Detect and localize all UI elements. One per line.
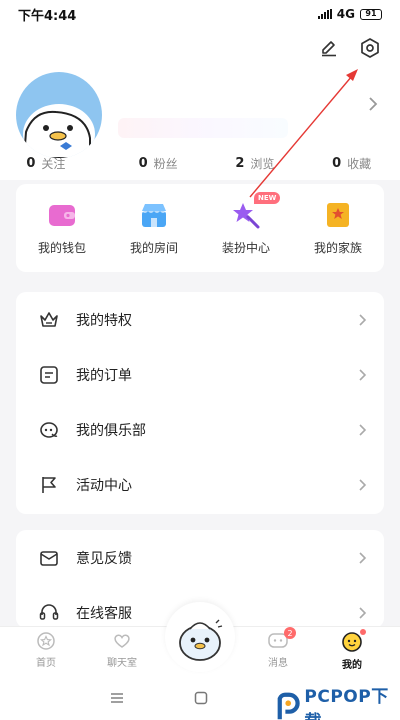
tab-label: 首页 [36,658,56,669]
flag-icon [42,476,56,493]
status-indicators: 4G 91 [317,7,382,21]
store-icon [142,204,166,227]
feature-label: 我的房间 [129,241,178,255]
watermark-logo-icon [277,692,300,720]
menu-item-club[interactable]: 我的俱乐部 [16,402,384,457]
notification-dot [360,629,366,635]
chevron-right-icon [359,551,367,564]
menu-item-label: 我的订单 [76,367,132,384]
home-square-icon[interactable] [194,691,208,705]
menu-group-main: 我的特权 我的订单 我的俱乐部 活动中心 [16,292,384,514]
chevron-right-icon [359,423,367,436]
menu-item-feedback[interactable]: 意见反馈 [16,530,384,585]
stat-label: 浏览 [250,156,275,171]
mascot-icon [179,619,223,661]
menu-item-label: 意见反馈 [76,550,132,567]
network-type: 4G [336,7,355,21]
feature-family[interactable]: 我的家族 [298,200,378,256]
signal-icon [317,9,332,19]
status-time: 下午4:44 [18,8,77,24]
chevron-right-icon[interactable] [368,96,378,116]
menu-item-activity[interactable]: 活动中心 [16,457,384,512]
me-face-icon [342,632,362,652]
stat-views[interactable]: 2 浏览 [207,148,304,178]
tab-label: 我的 [342,660,362,671]
feature-wallet[interactable]: 我的钱包 [22,200,102,256]
stat-label: 粉丝 [153,156,178,171]
status-bar: 下午4:44 4G 91 [0,0,400,28]
watermark-text: PCPOP下载 [304,687,389,720]
settings-icon[interactable] [359,37,381,63]
feedback-icon [40,550,58,566]
unread-badge: 2 [284,627,296,639]
feature-label: 装扮中心 [221,241,270,255]
tab-messages[interactable]: 2 消息 [248,627,308,669]
menu-item-label: 我的俱乐部 [76,422,146,439]
chevron-right-icon [359,313,367,326]
battery-icon: 91 [360,8,382,20]
stat-value: 0 [26,155,36,171]
menu-icon[interactable] [110,692,124,704]
feature-dressup[interactable]: NEW 装扮中心 [206,192,286,256]
stat-favorites[interactable]: 0 收藏 [303,148,400,178]
menu-item-label: 活动中心 [76,477,132,494]
feature-label: 我的家族 [313,241,362,255]
home-icon [37,632,55,650]
stat-value: 2 [235,155,245,171]
feature-grid: 我的钱包 我的房间 NEW 装扮中心 我的家族 [16,184,384,272]
stat-value: 0 [138,155,148,171]
stat-value: 0 [332,155,342,171]
stat-label: 关注 [41,156,66,171]
feature-room[interactable]: 我的房间 [114,200,194,256]
menu-item-label: 我的特权 [76,312,132,329]
feature-label: 我的钱包 [37,241,86,255]
stats-row: 0 关注 0 粉丝 2 浏览 0 收藏 [0,148,400,178]
menu-item-orders[interactable]: 我的订单 [16,347,384,402]
stat-label: 收藏 [347,156,372,171]
chevron-right-icon [359,606,367,619]
headset-icon [39,603,59,620]
chevron-right-icon [359,368,367,381]
menu-item-privilege[interactable]: 我的特权 [16,292,384,347]
crown-icon [40,311,58,327]
center-mascot-button[interactable] [165,602,235,672]
wallet-icon [49,205,75,226]
tab-me[interactable]: 我的 [322,629,382,671]
magic-wand-icon [233,203,260,229]
profile-name-blurred[interactable] [118,118,288,138]
stat-fans[interactable]: 0 粉丝 [110,148,207,178]
battery-level: 91 [365,9,377,18]
edit-icon[interactable] [319,38,339,62]
tab-label: 消息 [268,658,288,669]
tab-home[interactable]: 首页 [16,631,76,669]
tab-label: 聊天室 [107,658,137,669]
heart-chat-icon [114,634,130,648]
chevron-right-icon [359,478,367,491]
stat-following[interactable]: 0 关注 [0,148,110,178]
watermark: PCPOP下载 [276,682,400,720]
avatar[interactable] [16,72,102,158]
tab-chatroom[interactable]: 聊天室 [92,631,152,669]
club-icon [40,421,58,438]
new-badge: NEW [254,192,281,204]
order-icon [40,365,58,384]
family-flag-icon [327,203,349,227]
